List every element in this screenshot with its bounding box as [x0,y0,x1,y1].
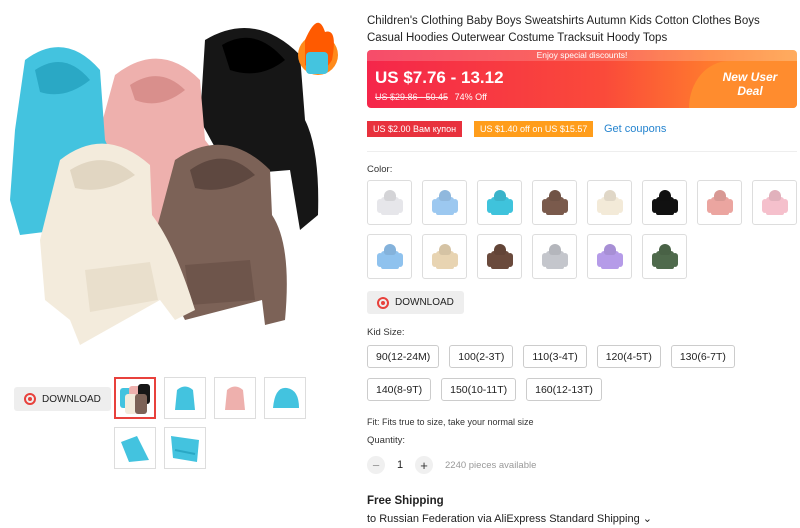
quantity-stepper: − 1 + 2240 pieces available [367,456,536,474]
quantity-label: Quantity: [367,435,406,446]
size-option-list: 90(12-24M) 100(2-3T) 110(3-4T) 120(4-5T) 130… [367,345,797,401]
color-label: Color: [367,164,393,175]
download-icon [377,296,389,309]
hoodie-icon [541,243,568,271]
new-user-deal-badge[interactable]: New User Deal [689,61,797,108]
quantity-available: 2240 pieces available [445,459,537,471]
shipping-detail[interactable]: to Russian Federation via AliExpress Sta… [367,512,652,525]
quantity-decrease-button[interactable]: − [367,456,385,474]
hoodie-icon [651,243,678,271]
download-button[interactable]: DOWNLOAD [14,387,111,411]
warm-flame-icon [298,22,338,75]
hoodie-icon [596,243,623,271]
size-option[interactable]: 120(4-5T) [596,345,661,368]
hoodie-icon [376,243,403,271]
color-swatch[interactable] [587,180,632,225]
size-option[interactable]: 90(12-24M) [367,345,440,368]
thumbnail-pink[interactable] [214,377,256,419]
main-product-image[interactable] [0,0,340,370]
get-coupons-link[interactable]: Get coupons [604,123,666,135]
color-swatch[interactable] [532,180,577,225]
price-banner: Enjoy special discounts! US $7.76 - 13.1… [367,50,797,108]
thumbnail-strip [114,377,314,469]
shipping-title: Free Shipping [367,495,444,507]
color-swatch[interactable] [642,180,687,225]
hoodie-icon [706,189,733,217]
thumbnail-blue-detail[interactable] [164,427,206,469]
hoodie-icon [761,189,788,217]
thumbnail-blue-hood[interactable] [264,377,306,419]
original-price: US $29.86 - 50.45 74% Off [375,92,487,102]
hoodie-icon [541,189,568,217]
hoodie-icon [486,189,513,217]
current-price: US $7.76 - 13.12 [375,68,504,87]
hoodie-icon [596,189,623,217]
hoodie-icon [376,189,403,217]
hoodie-icon [651,189,678,217]
color-swatch[interactable] [752,180,797,225]
hoodie-icon [431,243,458,271]
size-label: Kid Size: [367,327,405,338]
quantity-value[interactable]: 1 [393,459,407,471]
quantity-increase-button[interactable]: + [415,456,433,474]
color-download-button[interactable]: DOWNLOAD [367,291,464,314]
size-option[interactable]: 110(3-4T) [523,345,587,368]
thumbnail-blue[interactable] [164,377,206,419]
size-option[interactable]: 140(8-9T) [367,378,432,401]
color-swatch[interactable] [422,234,467,279]
size-option[interactable]: 160(12-13T) [526,378,602,401]
thumbnail-group[interactable] [114,377,156,419]
color-swatch[interactable] [477,180,522,225]
coupon-badge-threshold[interactable]: US $1.40 off on US $15.57 [474,121,594,137]
color-swatch[interactable] [642,234,687,279]
color-swatch[interactable] [367,180,412,225]
size-option[interactable]: 150(10-11T) [441,378,517,401]
promo-top-text: Enjoy special discounts! [367,50,797,61]
thumbnail-blue-back[interactable] [114,427,156,469]
color-swatch[interactable] [367,234,412,279]
hoodie-icon [431,189,458,217]
discount-percent: 74% Off [454,92,487,102]
size-option[interactable]: 100(2-3T) [449,345,514,368]
fit-note: Fit: Fits true to size, take your normal… [367,417,534,427]
color-swatch[interactable] [587,234,632,279]
divider [367,151,797,152]
download-icon [24,393,36,405]
color-swatch[interactable] [697,180,742,225]
color-swatch[interactable] [532,234,577,279]
color-swatch[interactable] [477,234,522,279]
size-option[interactable]: 130(6-7T) [670,345,735,368]
color-swatch[interactable] [422,180,467,225]
product-title: Children's Clothing Baby Boys Sweatshirt… [367,15,760,44]
hoodie-icon [486,243,513,271]
coupon-badge-store[interactable]: US $2.00 Вам купон [367,121,463,137]
color-swatch-list [367,180,797,279]
